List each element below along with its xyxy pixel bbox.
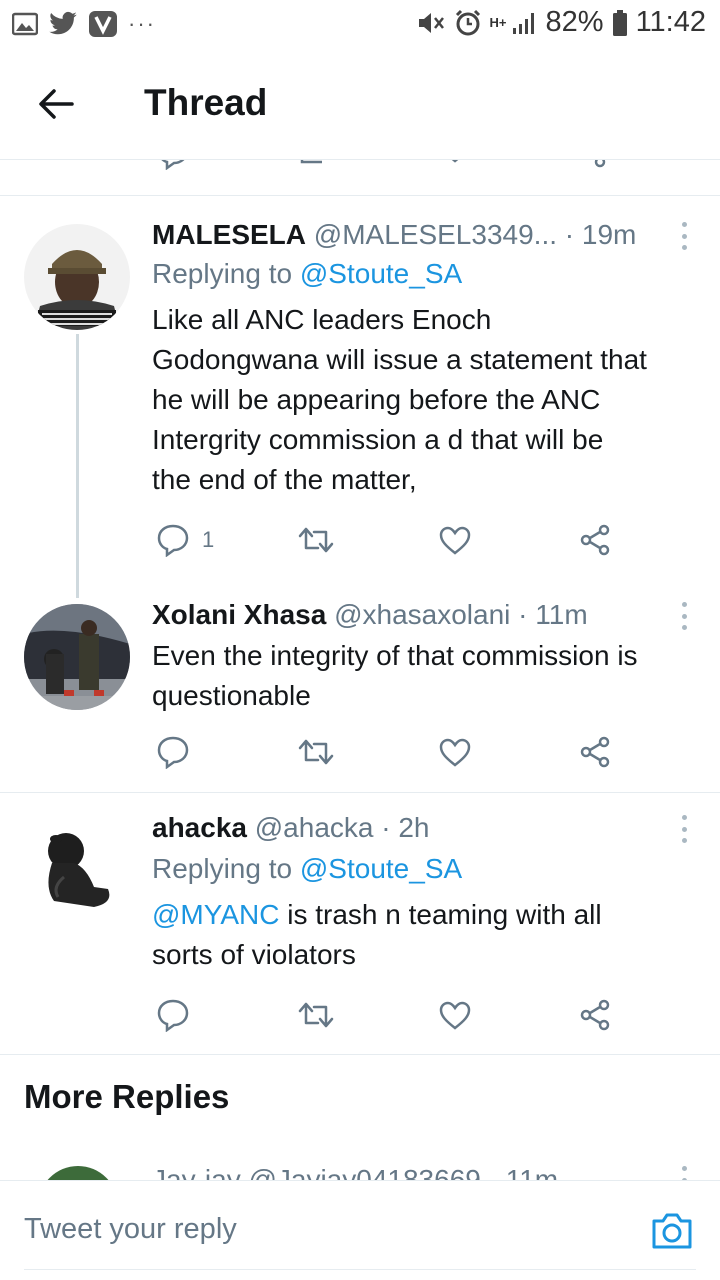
share-button[interactable] (578, 520, 612, 560)
input-underline (24, 1269, 696, 1270)
avatar[interactable] (24, 224, 130, 330)
tweet-actions (152, 732, 622, 772)
alarm-icon (455, 9, 480, 35)
more-replies-heading: More Replies (24, 1078, 230, 1115)
like-icon (439, 1001, 471, 1030)
timestamp: · 19m (564, 219, 637, 250)
reply-icon (157, 524, 189, 557)
retweet-button[interactable] (298, 732, 334, 772)
mention-link[interactable]: @Stoute_SA (300, 258, 462, 289)
replying-to: Replying to @Stoute_SA (152, 853, 463, 884)
network-type: H+ (489, 14, 507, 30)
share-button[interactable] (578, 732, 612, 772)
handle[interactable]: @xhasaxolani (334, 599, 510, 630)
avatar[interactable] (38, 1166, 118, 1180)
display-name[interactable]: Xolani Xhasa (152, 599, 326, 630)
like-icon (439, 526, 471, 555)
avatar[interactable] (24, 604, 130, 710)
retweet-icon (298, 527, 334, 553)
reply-icon (157, 999, 189, 1032)
tweet[interactable]: ahacka @ahacka · 2h Replying to @Stoute_… (0, 793, 720, 1053)
page-title: Thread (144, 82, 268, 123)
tweet-header: Xolani Xhasa @xhasaxolani · 11m (152, 596, 690, 634)
partial-tweet[interactable]: Jay-jay @Jayjay04183669 · 11m (0, 1162, 720, 1180)
more-options-icon[interactable] (680, 1166, 688, 1180)
mention-link[interactable]: @MYANC (152, 899, 279, 930)
more-options-icon[interactable] (680, 222, 688, 250)
like-button[interactable] (438, 520, 472, 560)
divider (0, 1054, 720, 1055)
tweet-body: Xolani Xhasa @xhasaxolani · 11m Even the… (152, 596, 690, 716)
twitter-bird-icon (49, 11, 77, 35)
share-icon (580, 524, 610, 556)
replying-to: Replying to @Stoute_SA (152, 258, 463, 289)
share-icon (580, 999, 610, 1031)
tweet-text: Even the integrity of that commission is… (152, 640, 638, 711)
reply-icon (157, 736, 189, 769)
v-app-icon (89, 11, 117, 37)
retweet-button[interactable] (298, 520, 334, 560)
reply-composer[interactable]: Tweet your reply (0, 1180, 720, 1280)
tweet-header: ahacka @ahacka · 2h (152, 809, 690, 847)
like-icon (439, 738, 471, 767)
tweet-text: @MYANC is trash n teaming with all sorts… (152, 899, 602, 970)
retweet-icon (298, 739, 334, 765)
tweet-body: MALESELA @MALESEL3349... · 19m Replying … (152, 216, 690, 500)
timestamp: · 2h (381, 812, 430, 843)
gallery-icon (12, 12, 38, 36)
timestamp: · 11m (518, 599, 588, 630)
reply-button[interactable] (156, 732, 190, 772)
handle[interactable]: @ahacka (255, 812, 374, 843)
camera-icon[interactable] (650, 1211, 694, 1251)
top-app-bar: Thread (0, 50, 720, 160)
like-button[interactable] (438, 732, 472, 772)
share-button[interactable] (578, 995, 612, 1035)
reply-input[interactable]: Tweet your reply (24, 1213, 237, 1246)
avatar[interactable] (24, 817, 130, 923)
more-options-icon[interactable] (680, 602, 688, 630)
mention-link[interactable]: @Stoute_SA (300, 853, 462, 884)
more-options-icon[interactable] (680, 815, 688, 843)
tweet-body: ahacka @ahacka · 2h Replying to @Stoute_… (152, 809, 690, 975)
reply-button[interactable] (156, 995, 190, 1035)
display-name[interactable]: ahacka (152, 812, 247, 843)
back-arrow-icon[interactable] (36, 84, 76, 124)
handle[interactable]: @MALESEL3349... (314, 219, 557, 250)
tweet-actions (152, 995, 622, 1035)
reply-button[interactable]: 1 (156, 520, 214, 560)
clock: 11:42 (635, 6, 706, 38)
reply-count: 1 (202, 527, 215, 552)
retweet-button[interactable] (298, 995, 334, 1035)
mute-icon (418, 12, 444, 33)
tweet-text: Like all ANC leaders Enoch Godongwana wi… (152, 304, 647, 495)
status-bar: ··· H+ 82% 11:42 (0, 0, 720, 50)
like-button[interactable] (438, 995, 472, 1035)
tweet[interactable]: Xolani Xhasa @xhasaxolani · 11m Even the… (0, 596, 720, 792)
more-notifications-icon: ··· (128, 11, 156, 36)
signal-icon (512, 12, 534, 34)
battery-icon (612, 9, 627, 36)
tweet-header: MALESELA @MALESEL3349... · 19m (152, 216, 690, 254)
retweet-icon (298, 1002, 334, 1028)
display-name[interactable]: MALESELA (152, 219, 306, 250)
share-icon (580, 736, 610, 768)
tweet[interactable]: MALESELA @MALESEL3349... · 19m Replying … (0, 196, 720, 596)
partial-tweet-header: Jay-jay @Jayjay04183669 · 11m (152, 1164, 559, 1180)
battery-percent: 82% (545, 6, 604, 38)
tweet-actions: 1 (152, 520, 622, 560)
